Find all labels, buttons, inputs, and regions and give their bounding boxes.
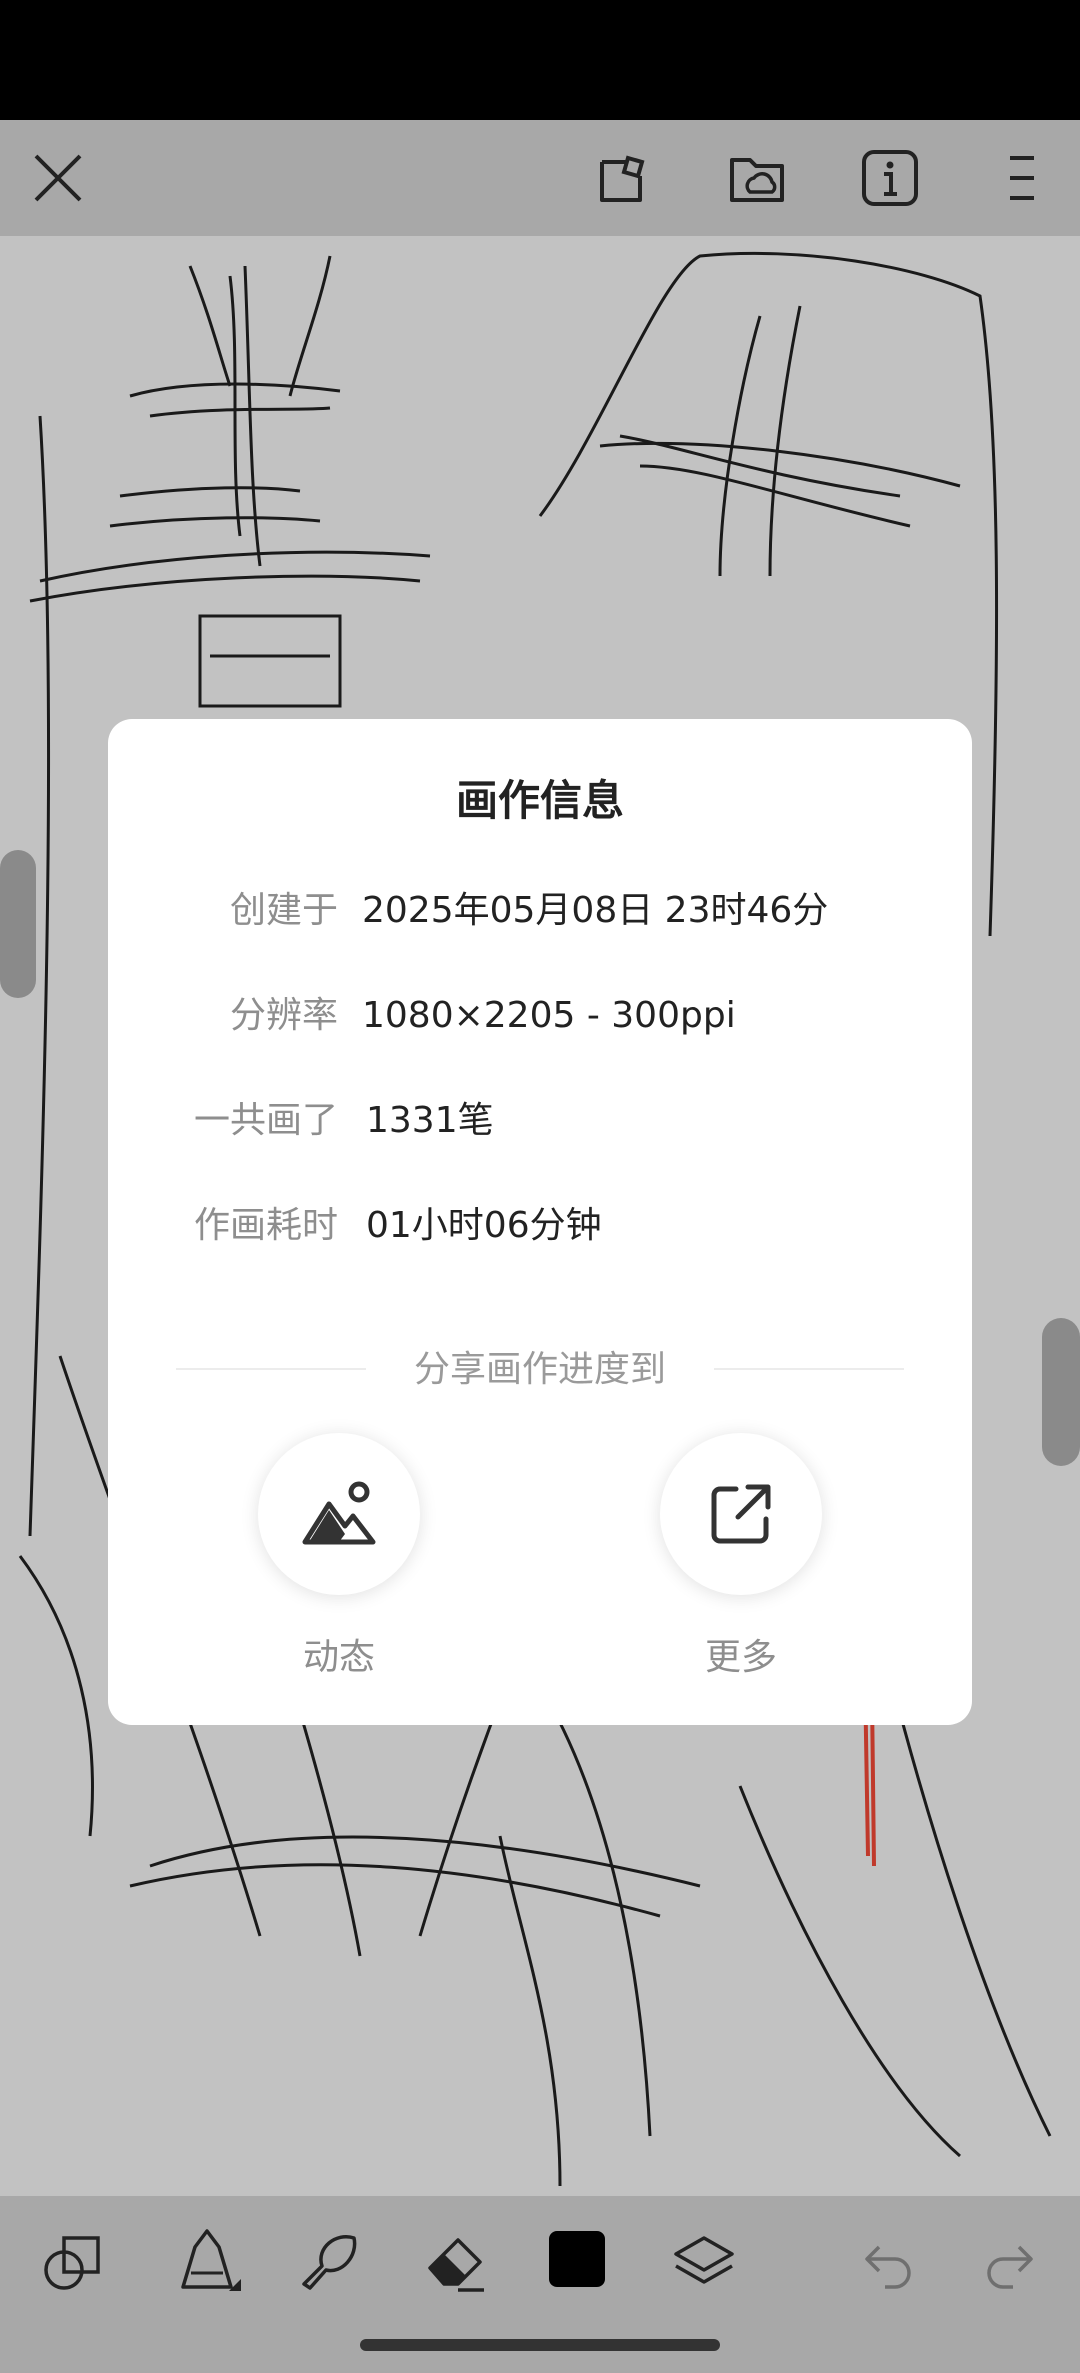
dialog-title: 画作信息 bbox=[455, 776, 624, 825]
info-label: 创建于 bbox=[229, 890, 338, 931]
info-label: 一共画了 bbox=[193, 1100, 338, 1141]
color-swatch[interactable] bbox=[549, 2231, 605, 2287]
share-more-label: 更多 bbox=[704, 1637, 777, 1678]
info-row-resolution: 分辨率 1080×2205 - 300ppi bbox=[108, 986, 972, 1046]
bottom-toolbar bbox=[0, 2196, 1080, 2326]
artwork-info-dialog: 画作信息 创建于 2025年05月08日 23时46分 分辨率 1080×220… bbox=[108, 719, 972, 1725]
smudge-icon[interactable] bbox=[294, 2226, 364, 2296]
home-indicator[interactable] bbox=[360, 2339, 720, 2351]
info-row-duration: 作画耗时 01小时06分钟 bbox=[108, 1196, 972, 1256]
share-more-button[interactable] bbox=[660, 1433, 822, 1595]
share-moments-label: 动态 bbox=[302, 1637, 375, 1678]
share-section-title: 分享画作进度到 bbox=[413, 1349, 666, 1390]
share-moments-button[interactable] bbox=[258, 1433, 420, 1595]
redo-icon[interactable] bbox=[976, 2230, 1042, 2296]
eraser-icon[interactable] bbox=[420, 2226, 490, 2296]
info-label: 作画耗时 bbox=[193, 1205, 338, 1246]
info-row-strokes: 一共画了 1331笔 bbox=[108, 1091, 972, 1151]
undo-icon[interactable] bbox=[856, 2230, 922, 2296]
info-row-created: 创建于 2025年05月08日 23时46分 bbox=[108, 881, 972, 941]
info-value: 2025年05月08日 23时46分 bbox=[362, 890, 829, 931]
info-value: 1331笔 bbox=[366, 1100, 494, 1141]
info-value: 1080×2205 - 300ppi bbox=[362, 995, 736, 1036]
external-share-icon bbox=[711, 1484, 771, 1544]
image-mountain-icon bbox=[302, 1481, 376, 1545]
info-label: 分辨率 bbox=[229, 995, 338, 1036]
pencil-icon[interactable] bbox=[172, 2226, 244, 2300]
layers-icon[interactable] bbox=[668, 2226, 740, 2296]
info-value: 01小时06分钟 bbox=[366, 1205, 602, 1246]
shapes-icon[interactable] bbox=[40, 2230, 106, 2296]
